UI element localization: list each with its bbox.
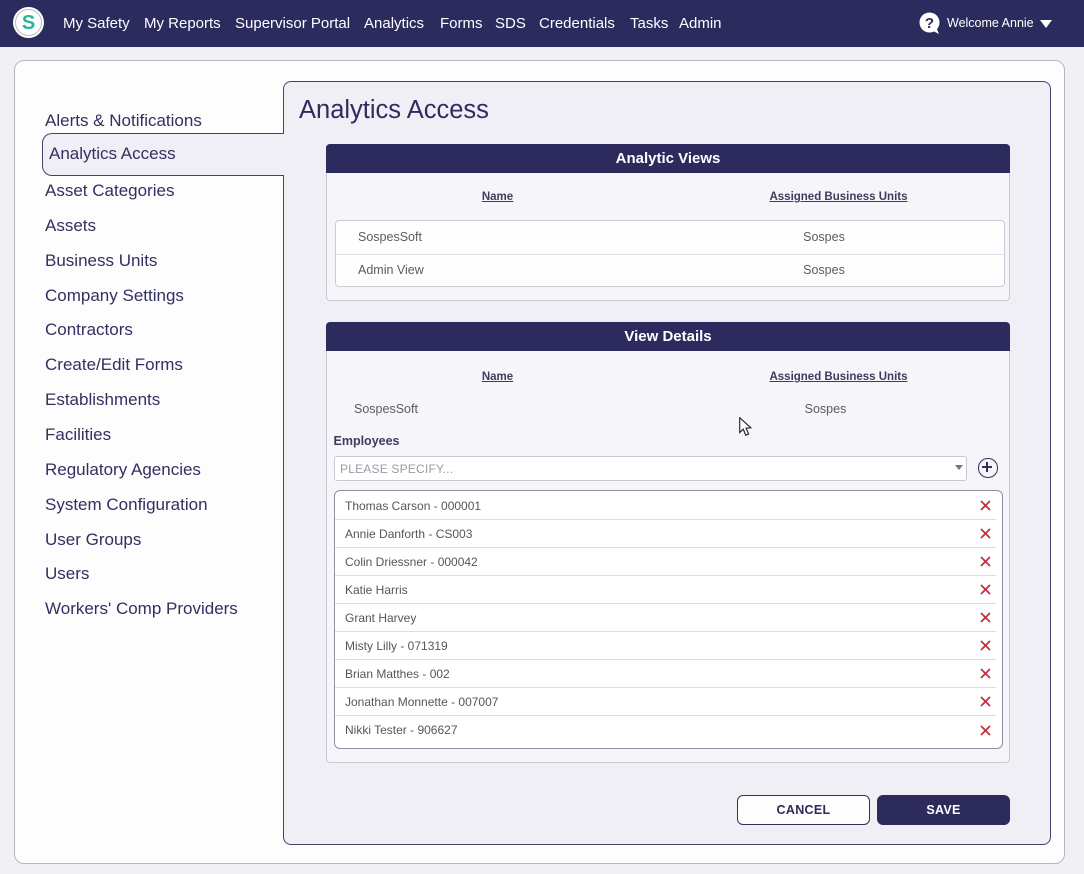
svg-text:?: ? bbox=[925, 15, 934, 32]
